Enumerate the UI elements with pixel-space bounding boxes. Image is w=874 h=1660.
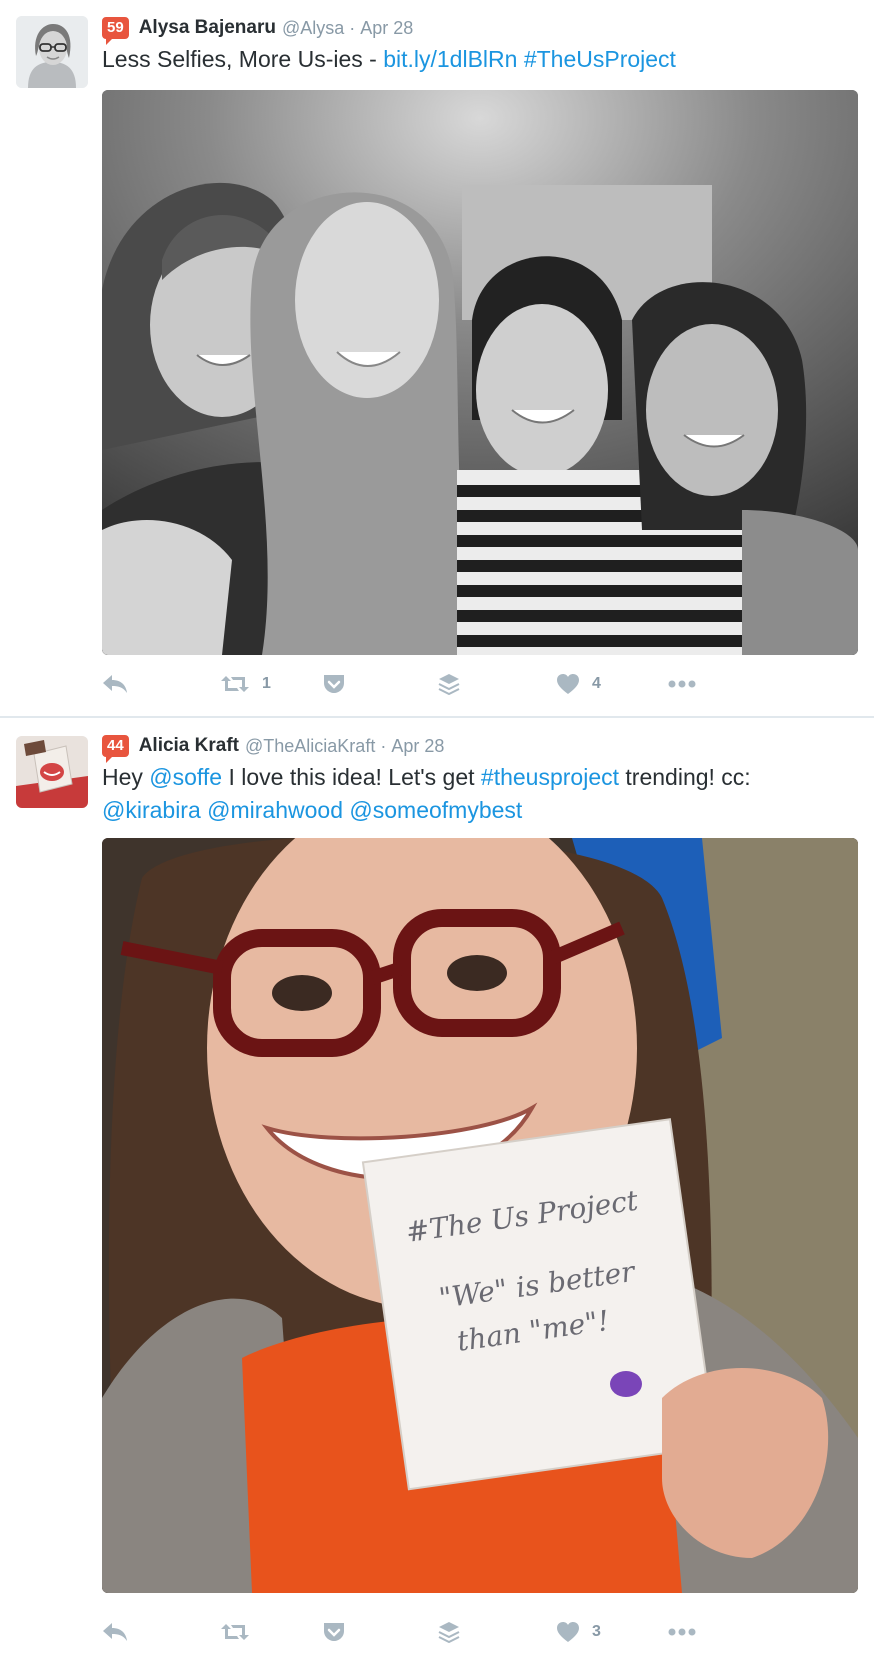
tweet-actions: 3 <box>102 1612 862 1652</box>
heart-icon <box>556 1621 580 1643</box>
tweet-text-part: I love this idea! Let's get <box>222 764 481 790</box>
hashtag-link[interactable]: #TheUsProject <box>524 46 676 72</box>
tweet-actions: 1 4 <box>102 664 862 704</box>
tweet-photo[interactable] <box>102 90 858 655</box>
reply-button[interactable] <box>102 1612 128 1652</box>
buffer-button[interactable] <box>438 664 460 704</box>
pocket-button[interactable] <box>322 1612 346 1652</box>
avatar[interactable] <box>16 736 88 808</box>
tweet-header: 59 Alysa Bajenaru @Alysa · Apr 28 <box>102 15 413 45</box>
tweet-text-part: trending! cc: <box>619 764 751 790</box>
tweet[interactable]: 59 Alysa Bajenaru @Alysa · Apr 28 Less S… <box>0 0 874 716</box>
more-button[interactable] <box>668 664 696 704</box>
separator: · <box>380 735 387 756</box>
reply-icon <box>102 673 128 695</box>
author-name[interactable]: Alysa Bajenaru <box>139 17 276 39</box>
retweet-button[interactable] <box>220 1612 262 1652</box>
like-button[interactable]: 3 <box>556 1612 601 1652</box>
more-button[interactable] <box>668 1612 696 1652</box>
author-name[interactable]: Alicia Kraft <box>139 735 239 757</box>
mention-link[interactable]: @someofmybest <box>349 797 522 823</box>
heart-icon <box>556 673 580 695</box>
author-handle[interactable]: @TheAliciaKraft <box>245 736 375 757</box>
photo-icon: #The Us Project "We" is better than "me"… <box>102 838 858 1593</box>
author-handle[interactable]: @Alysa <box>282 18 344 39</box>
like-count: 4 <box>592 675 601 692</box>
retweet-icon <box>220 1621 250 1643</box>
buffer-icon <box>438 673 460 695</box>
tweet-header: 44 Alicia Kraft @TheAliciaKraft · Apr 28 <box>102 733 444 763</box>
mention-link[interactable]: @mirahwood <box>207 797 343 823</box>
more-icon <box>668 1627 696 1637</box>
reply-button[interactable] <box>102 664 128 704</box>
tweet-photo[interactable]: #The Us Project "We" is better than "me"… <box>102 838 858 1593</box>
photo-icon <box>102 90 858 655</box>
score-badge: 59 <box>102 17 129 45</box>
reply-icon <box>102 1621 128 1643</box>
pocket-icon <box>322 1621 346 1643</box>
buffer-button[interactable] <box>438 1612 460 1652</box>
tweet-text: Hey @soffe I love this idea! Let's get #… <box>102 761 842 827</box>
pocket-icon <box>322 673 346 695</box>
like-count: 3 <box>592 1623 601 1640</box>
retweet-count: 1 <box>262 675 271 692</box>
mention-link[interactable]: @soffe <box>149 764 222 790</box>
buffer-icon <box>438 1621 460 1643</box>
tweet-text: Less Selfies, More Us-ies - bit.ly/1dlBl… <box>102 43 842 76</box>
tweet-text-part: Less Selfies, More Us-ies - <box>102 46 384 72</box>
short-link[interactable]: bit.ly/1dlBlRn <box>383 46 517 72</box>
tweet[interactable]: 44 Alicia Kraft @TheAliciaKraft · Apr 28… <box>0 718 874 1660</box>
tweet-date[interactable]: Apr 28 <box>360 18 413 39</box>
hashtag-link[interactable]: #theusproject <box>481 764 619 790</box>
more-icon <box>668 679 696 689</box>
retweet-icon <box>220 673 250 695</box>
tweet-text-part: Hey <box>102 764 150 790</box>
retweet-button[interactable]: 1 <box>220 664 271 704</box>
avatar[interactable] <box>16 16 88 88</box>
like-button[interactable]: 4 <box>556 664 601 704</box>
pocket-button[interactable] <box>322 664 346 704</box>
score-badge: 44 <box>102 735 129 763</box>
separator: · <box>349 17 356 38</box>
tweet-date[interactable]: Apr 28 <box>391 736 444 757</box>
mention-link[interactable]: @kirabira <box>102 797 201 823</box>
